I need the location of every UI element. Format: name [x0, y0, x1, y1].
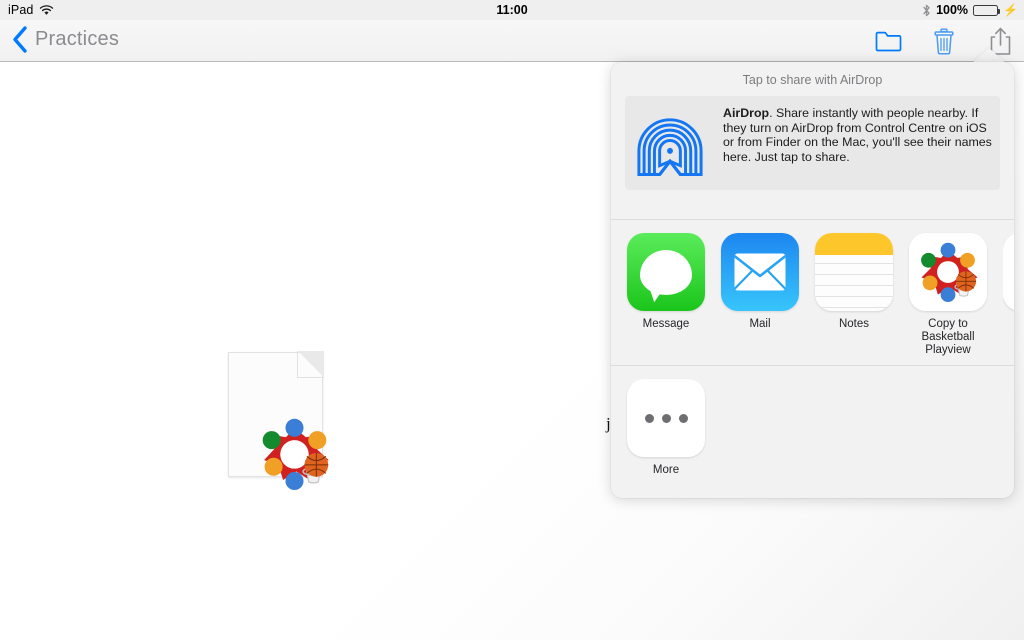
- back-button-label: Practices: [35, 28, 120, 50]
- status-bar-right: 100% ⚡: [922, 3, 1018, 17]
- share-actions-row: More: [611, 366, 1014, 498]
- navigation-bar: Practices: [0, 20, 1024, 62]
- status-bar: iPad 11:00 100% ⚡: [0, 0, 1024, 20]
- trash-icon[interactable]: [926, 26, 962, 56]
- mail-icon: [721, 233, 799, 311]
- share-app-mail[interactable]: Mail: [721, 233, 799, 357]
- status-bar-clock: 11:00: [496, 3, 528, 17]
- share-app-label: Copy to Basketball Playview: [921, 318, 975, 356]
- airdrop-description-bold: AirDrop: [723, 106, 770, 120]
- share-app-copy-to-basketball-playview[interactable]: Copy to Basketball Playview: [909, 233, 987, 357]
- share-sheet-popover: Tap to share with AirDrop AirDrop. Share…: [611, 62, 1014, 498]
- chevron-left-icon: [12, 26, 28, 53]
- bluetooth-icon: [922, 4, 931, 17]
- basketball-playview-logo: [909, 233, 987, 311]
- lightning-bolt-icon: ⚡: [1003, 3, 1018, 17]
- share-apps-row: Message Mail Notes Copy to Basketball Pl…: [611, 220, 1014, 365]
- airdrop-description: AirDrop. Share instantly with people nea…: [723, 101, 992, 164]
- basketball-playview-logo: [247, 390, 342, 515]
- share-apps-strip: Message Mail Notes Copy to Basketball Pl…: [627, 233, 1014, 357]
- share-action-label: More: [652, 464, 680, 476]
- share-app-message[interactable]: Message: [627, 233, 705, 357]
- folder-icon[interactable]: [870, 26, 906, 56]
- share-app-notes[interactable]: Notes: [815, 233, 893, 357]
- popover-arrow: [972, 48, 1006, 63]
- share-app-label: Notes: [838, 318, 870, 330]
- battery-icon: [973, 4, 1001, 16]
- airdrop-title: Tap to share with AirDrop: [742, 73, 883, 87]
- airdrop-icon: [633, 105, 707, 179]
- share-app-partial[interactable]: [1003, 233, 1014, 357]
- share-action-more[interactable]: More: [627, 379, 705, 477]
- airdrop-info-panel: AirDrop. Share instantly with people nea…: [625, 96, 1000, 190]
- page-fold-corner-icon: [297, 351, 324, 378]
- share-actions-strip: More: [627, 379, 705, 477]
- partial-app-icon: [1003, 233, 1014, 311]
- notes-icon: [815, 233, 893, 311]
- more-ellipsis-icon: [627, 379, 705, 457]
- back-button[interactable]: Practices: [12, 26, 119, 53]
- document-file-item[interactable]: [228, 351, 342, 515]
- share-app-label: Message: [642, 318, 690, 330]
- airdrop-section[interactable]: Tap to share with AirDrop AirDrop. Share…: [611, 62, 1014, 219]
- messages-icon: [627, 233, 705, 311]
- battery-percentage-label: 100%: [936, 3, 969, 17]
- share-app-label: Mail: [749, 318, 771, 330]
